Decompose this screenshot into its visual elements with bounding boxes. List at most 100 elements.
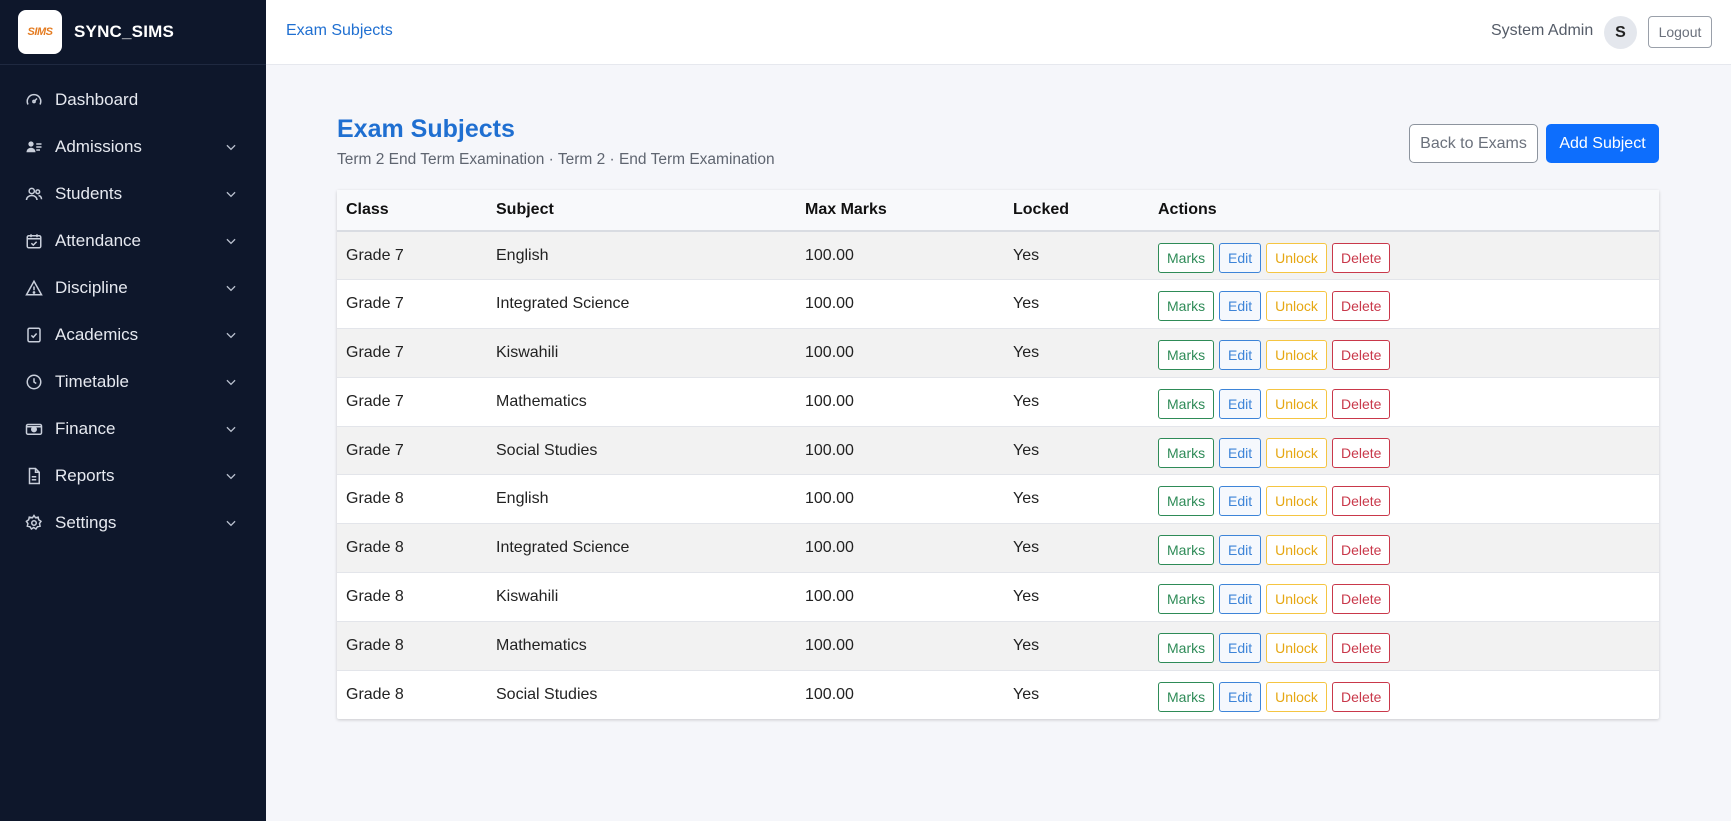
sidebar-item-attendance[interactable]: Attendance [0,217,266,264]
chevron-down-icon[interactable] [224,187,238,201]
brand[interactable]: SIMS SYNC_SIMS [0,0,266,65]
edit-button[interactable]: Edit [1219,388,1261,419]
sidebar-item-label: Academics [55,324,139,344]
unlock-button[interactable]: Unlock [1266,388,1327,419]
row-actions: Marks Edit Unlock Delete [1158,385,1659,419]
unlock-button[interactable]: Unlock [1266,535,1327,566]
sidebar-nav: Dashboard Admissions Students Attendance Dis… [0,65,266,546]
edit-button[interactable]: Edit [1219,437,1261,468]
delete-button[interactable]: Delete [1332,291,1390,322]
cell-locked: Yes [1004,328,1149,378]
cell-max-marks: 100.00 [796,377,1004,427]
row-actions: Marks Edit Unlock Delete [1158,629,1659,663]
app-logo: SIMS [18,10,62,54]
cell-subject: Kiswahili [487,328,796,378]
cell-max-marks: 100.00 [796,231,1004,281]
column-header-locked: Locked [1004,190,1149,232]
table-header-row: Class Subject Max Marks Locked Actions [337,190,1659,232]
marks-button[interactable]: Marks [1158,242,1214,273]
cell-subject: Integrated Science [487,279,796,330]
cell-subject: English [487,231,796,281]
cell-locked: Yes [1004,377,1149,427]
sidebar-item-academics[interactable]: Academics [0,311,266,358]
delete-button[interactable]: Delete [1332,632,1390,663]
marks-button[interactable]: Marks [1158,486,1214,517]
marks-button[interactable]: Marks [1158,535,1214,566]
delete-button[interactable]: Delete [1332,437,1390,468]
edit-button[interactable]: Edit [1219,242,1261,273]
unlock-button[interactable]: Unlock [1266,242,1327,273]
sidebar-item-finance[interactable]: Finance [0,405,266,452]
unlock-button[interactable]: Unlock [1266,339,1327,370]
chevron-down-icon[interactable] [224,328,238,342]
marks-button[interactable]: Marks [1158,388,1214,419]
delete-button[interactable]: Delete [1332,681,1390,712]
delete-button[interactable]: Delete [1332,339,1390,370]
table-row: Grade 8 Social Studies 100.00 Yes Marks Edit U… [337,670,1659,719]
marks-button[interactable]: Marks [1158,632,1214,663]
logout-button[interactable]: Logout [1648,16,1712,48]
edit-button[interactable]: Edit [1219,632,1261,663]
cell-class: Grade 7 [337,426,487,476]
delete-button[interactable]: Delete [1332,486,1390,517]
delete-button[interactable]: Delete [1332,388,1390,419]
cell-max-marks: 100.00 [796,523,1004,574]
avatar[interactable]: S [1604,16,1637,49]
sidebar-item-discipline[interactable]: Discipline [0,264,266,311]
edit-button[interactable]: Edit [1219,339,1261,370]
sidebar-item-label: Dashboard [55,89,139,109]
unlock-button[interactable]: Unlock [1266,437,1327,468]
chevron-down-icon[interactable] [224,140,238,154]
edit-button[interactable]: Edit [1219,681,1261,712]
chevron-down-icon[interactable] [224,422,238,436]
cell-actions: Marks Edit Unlock Delete [1149,523,1659,574]
chevron-down-icon[interactable] [224,234,238,248]
cash-icon [25,420,43,438]
row-actions: Marks Edit Unlock Delete [1158,336,1659,370]
marks-button[interactable]: Marks [1158,339,1214,370]
sidebar-item-reports[interactable]: Reports [0,452,266,499]
sidebar-item-admissions[interactable]: Admissions [0,123,266,170]
delete-button[interactable]: Delete [1332,583,1390,614]
user-list-icon [25,138,43,156]
cell-subject: Kiswahili [487,572,796,622]
cell-actions: Marks Edit Unlock Delete [1149,279,1659,330]
cell-max-marks: 100.00 [796,279,1004,330]
breadcrumb[interactable]: Exam Subjects [286,22,393,40]
delete-button[interactable]: Delete [1332,242,1390,273]
marks-button[interactable]: Marks [1158,291,1214,322]
cell-subject: English [487,474,796,525]
edit-button[interactable]: Edit [1219,535,1261,566]
row-actions: Marks Edit Unlock Delete [1158,434,1659,468]
sidebar-item-timetable[interactable]: Timetable [0,358,266,405]
back-to-exams-button[interactable]: Back to Exams [1409,124,1538,163]
unlock-button[interactable]: Unlock [1266,486,1327,517]
edit-button[interactable]: Edit [1219,291,1261,322]
unlock-button[interactable]: Unlock [1266,291,1327,322]
cell-actions: Marks Edit Unlock Delete [1149,621,1659,671]
unlock-button[interactable]: Unlock [1266,632,1327,663]
sidebar-item-students[interactable]: Students [0,170,266,217]
marks-button[interactable]: Marks [1158,437,1214,468]
cell-locked: Yes [1004,523,1149,574]
table-row: Grade 7 Social Studies 100.00 Yes Marks Edit U… [337,426,1659,476]
unlock-button[interactable]: Unlock [1266,583,1327,614]
sidebar-item-dashboard[interactable]: Dashboard [0,76,266,123]
delete-button[interactable]: Delete [1332,535,1390,566]
logo-text: SIMS [27,26,53,38]
cell-actions: Marks Edit Unlock Delete [1149,572,1659,622]
marks-button[interactable]: Marks [1158,583,1214,614]
add-subject-button[interactable]: Add Subject [1546,124,1659,163]
chevron-down-icon[interactable] [224,281,238,295]
marks-button[interactable]: Marks [1158,681,1214,712]
sidebar-item-settings[interactable]: Settings [0,499,266,546]
chevron-down-icon[interactable] [224,469,238,483]
cell-class: Grade 8 [337,621,487,671]
edit-button[interactable]: Edit [1219,583,1261,614]
unlock-button[interactable]: Unlock [1266,681,1327,712]
chevron-down-icon[interactable] [224,516,238,530]
sidebar-item-label: Reports [55,465,115,485]
row-actions: Marks Edit Unlock Delete [1158,531,1659,566]
chevron-down-icon[interactable] [224,375,238,389]
edit-button[interactable]: Edit [1219,486,1261,517]
